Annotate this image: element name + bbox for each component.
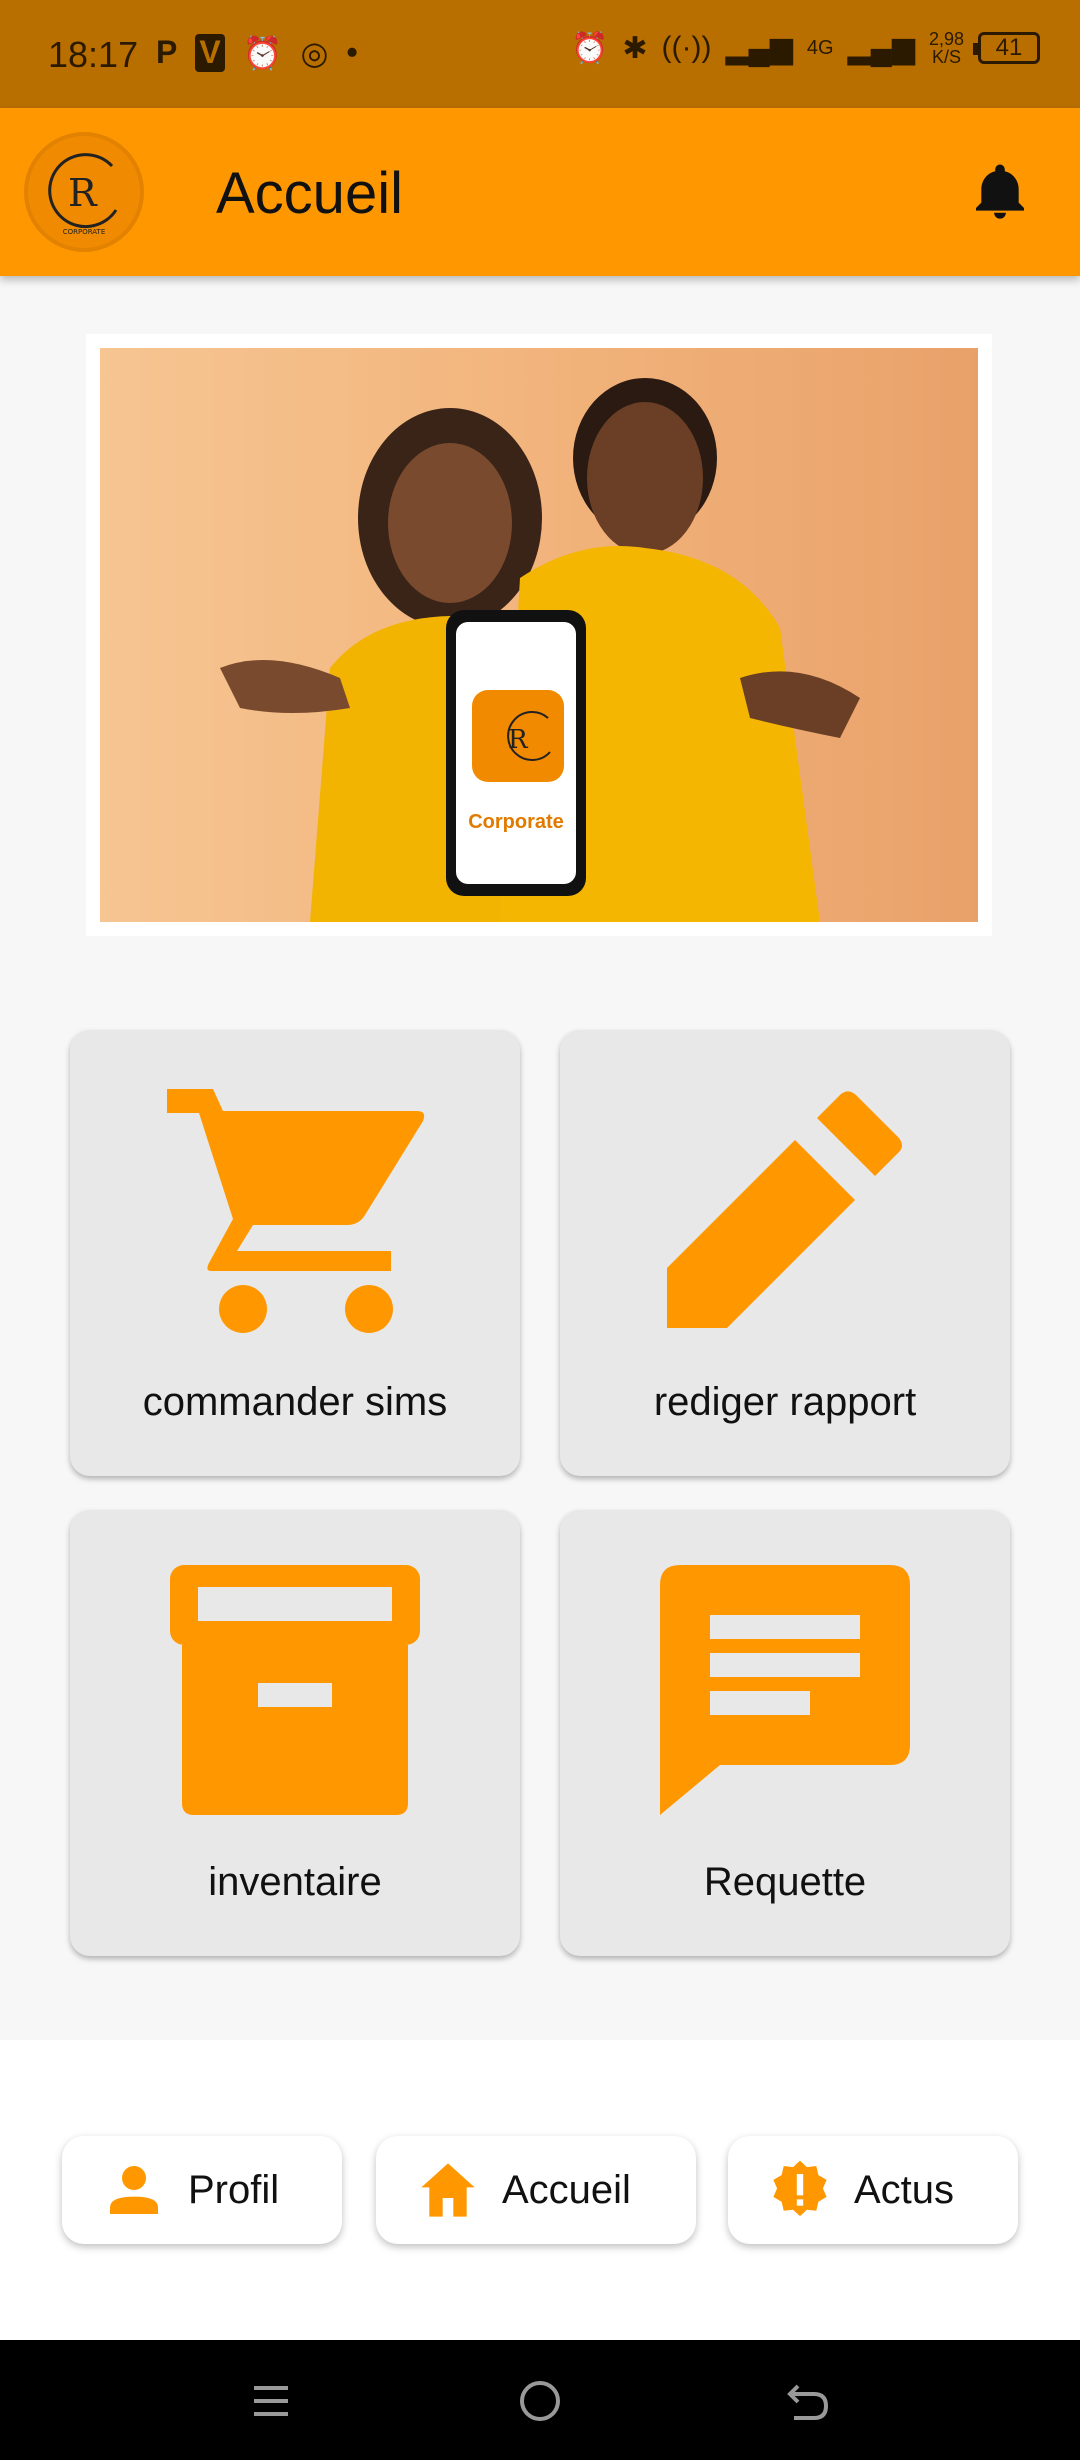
tile-rediger-rapport[interactable]: rediger rapport <box>560 1030 1010 1476</box>
nav-label: Accueil <box>502 2167 631 2212</box>
parking-app-icon: P <box>156 34 178 70</box>
notification-bell-icon[interactable] <box>968 160 1032 224</box>
svg-text:R: R <box>68 171 98 215</box>
signal-icon-2: ▂▄▆ <box>847 31 915 65</box>
alarm-icon: ⏰ <box>571 31 609 65</box>
system-navigation-bar <box>0 2340 1080 2460</box>
promo-banner: R Corporate <box>86 334 992 936</box>
tile-commander-sims[interactable]: commander sims <box>70 1030 520 1476</box>
dot-icon: • <box>346 34 358 70</box>
network-type: 4G <box>806 36 834 59</box>
status-bar: 18:17 P V ⏰ ◎ • ⏰ ✱ ((·)) ▂▄▆ 4G ▂▄▆ 2,9… <box>0 0 1080 108</box>
v-app-icon: V <box>195 34 225 72</box>
hotspot-icon: ((·)) <box>661 31 712 64</box>
svg-text:Corporate: Corporate <box>468 811 564 833</box>
status-time: 18:17 <box>48 34 139 75</box>
tile-requette[interactable]: Requette <box>560 1510 1010 1956</box>
tile-label: Requette <box>703 1860 867 1904</box>
person-icon <box>110 2166 158 2214</box>
chrome-icon: ◎ <box>300 35 329 71</box>
back-icon[interactable] <box>784 2376 834 2426</box>
nav-label: Profil <box>188 2167 280 2212</box>
banner-image: R Corporate <box>100 348 978 922</box>
nav-actus-button[interactable]: Actus <box>728 2136 1018 2244</box>
page-title: Accueil <box>216 161 403 226</box>
svg-text:CORPORATE: CORPORATE <box>63 228 106 236</box>
home-icon <box>421 2163 475 2217</box>
recent-apps-icon[interactable] <box>246 2376 296 2426</box>
net-speed: 2,98 K/S <box>928 29 964 67</box>
nav-label: Actus <box>854 2167 955 2212</box>
pencil-icon <box>667 1091 902 1328</box>
system-status-icons: ⏰ ✱ ((·)) ▂▄▆ 4G ▂▄▆ 2,98 K/S 41 <box>571 30 1040 66</box>
app-logo[interactable]: R CORPORATE <box>24 132 144 252</box>
tile-label: inventaire <box>208 1860 382 1904</box>
message-icon <box>660 1565 910 1815</box>
app-bar: R CORPORATE Accueil <box>0 108 1080 276</box>
battery-icon: 41 <box>973 32 1040 64</box>
bluetooth-icon: ✱ <box>622 31 648 65</box>
banner-illustration: R Corporate <box>220 378 860 922</box>
home-system-icon[interactable] <box>515 2376 565 2426</box>
logo-mark: R CORPORATE <box>48 153 118 236</box>
svg-text:R: R <box>508 725 529 755</box>
tile-inventaire[interactable]: inventaire <box>70 1510 520 1956</box>
nav-accueil-button[interactable]: Accueil <box>376 2136 696 2244</box>
tile-label: commander sims <box>142 1380 448 1424</box>
alarm-icon: ⏰ <box>242 35 283 71</box>
tile-label: rediger rapport <box>653 1380 917 1424</box>
notification-icons: P V ⏰ ◎ • <box>156 34 358 72</box>
cart-icon <box>167 1089 425 1333</box>
nav-profil-button[interactable]: Profil <box>62 2136 342 2244</box>
archive-icon <box>170 1565 420 1815</box>
alert-badge-icon <box>773 2160 827 2217</box>
signal-icon: ▂▄▆ <box>725 31 793 65</box>
